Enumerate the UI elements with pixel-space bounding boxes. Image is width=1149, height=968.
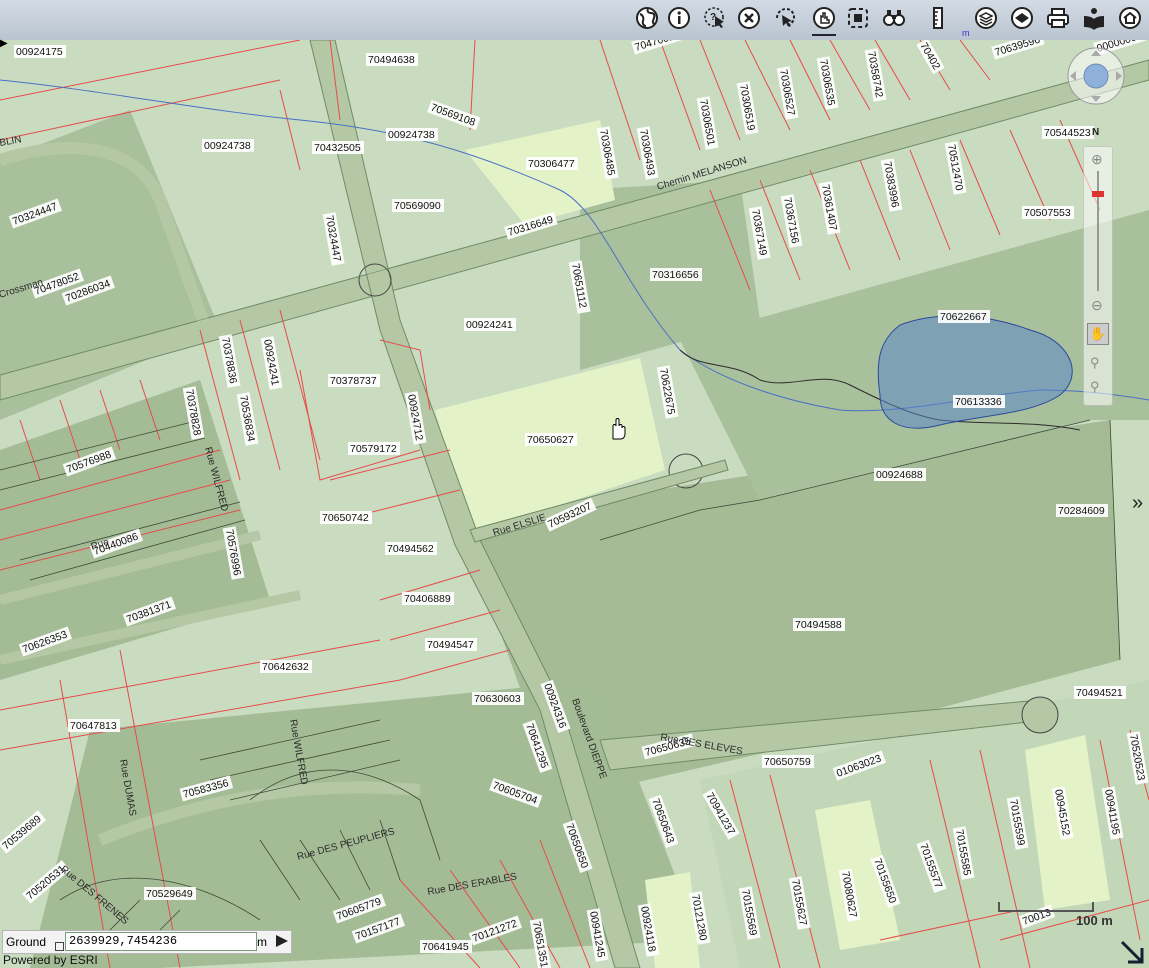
identify-icon[interactable]: ? — [702, 5, 728, 31]
pan-control[interactable] — [1066, 46, 1126, 106]
street-label: Rue WILFRED — [202, 446, 230, 513]
measure-icon[interactable] — [925, 5, 951, 31]
scale-bar-line — [998, 902, 1094, 912]
collapse-arrow-icon[interactable]: ▶ — [0, 38, 8, 49]
coordinate-panel: Ground 2639929,7454236 m — [2, 930, 292, 954]
scale-label: 100 m — [1076, 913, 1113, 928]
basemap-icon[interactable] — [1009, 5, 1035, 31]
zoom-extent-icon[interactable] — [845, 5, 871, 31]
zoom-in-magnifier-icon[interactable]: ⚲ — [1090, 355, 1100, 371]
layers-icon[interactable] — [973, 5, 999, 31]
go-arrow-icon[interactable] — [275, 934, 289, 948]
street-label: Rue DES ELEVES — [659, 732, 743, 757]
zoom-in-icon[interactable]: ⊕ — [1091, 151, 1103, 168]
street-label: Rue WILFRED — [287, 719, 309, 786]
coordinate-field[interactable]: 2639929,7454236 — [65, 932, 257, 951]
street-label: Chemin MELANSON — [656, 155, 748, 193]
info-icon[interactable] — [666, 5, 692, 31]
zoom-track[interactable] — [1097, 171, 1099, 291]
zoom-handle[interactable] — [1092, 191, 1104, 197]
street-label: Boulevard DIEPPE — [569, 697, 608, 780]
help-reader-icon[interactable] — [1081, 5, 1107, 31]
street-label: BLIN — [0, 134, 22, 149]
clear-icon[interactable] — [736, 5, 762, 31]
street-label: Rue DES PEUPLIERS — [296, 826, 396, 863]
scale-bar: 100 m — [998, 902, 1120, 928]
map-toolbar: ? m — [0, 0, 1149, 41]
coordinate-unit: m — [257, 935, 267, 949]
street-label: Crossman — [0, 277, 44, 301]
unit-hint: m — [962, 28, 970, 38]
coordinate-system-label: Ground — [6, 935, 47, 949]
street-label: Rue ELSLIE — [492, 512, 548, 539]
binoculars-icon[interactable] — [881, 5, 907, 31]
select-icon[interactable] — [772, 5, 798, 31]
map-canvas[interactable]: 00924175 70494638 70470026 70639596 00000003… — [0, 40, 1149, 968]
street-label: Rue DES ERABLES — [427, 871, 518, 898]
resize-arrow-icon[interactable] — [1118, 938, 1148, 968]
home-icon[interactable] — [1117, 5, 1143, 31]
pan-tool-icon[interactable] — [811, 5, 837, 36]
globe-icon[interactable] — [634, 5, 660, 31]
street-labels: Chemin MELANSON Rue WILFRED Rue ELSLIE B… — [0, 134, 748, 927]
hand-tool-icon[interactable]: ✋ — [1087, 323, 1109, 345]
street-label: Rue — [90, 537, 111, 553]
north-indicator: N — [1092, 127, 1100, 138]
powered-by-label: Powered by ESRI — [3, 953, 98, 967]
street-label: Rue DUMAS — [117, 759, 138, 818]
coordinate-system-dropdown-icon[interactable] — [55, 942, 64, 951]
zoom-out-magnifier-icon[interactable]: ⚲ — [1090, 379, 1100, 395]
print-icon[interactable] — [1045, 5, 1071, 31]
expand-panel-icon[interactable]: » — [1132, 492, 1143, 515]
hand-cursor-icon — [612, 418, 626, 440]
zoom-out-icon[interactable]: ⊖ — [1091, 297, 1103, 314]
street-label: Rue DES FRENES — [58, 864, 130, 927]
zoom-slider[interactable]: ⊕ ⊖ ✋ ⚲ ⚲ — [1083, 146, 1113, 406]
